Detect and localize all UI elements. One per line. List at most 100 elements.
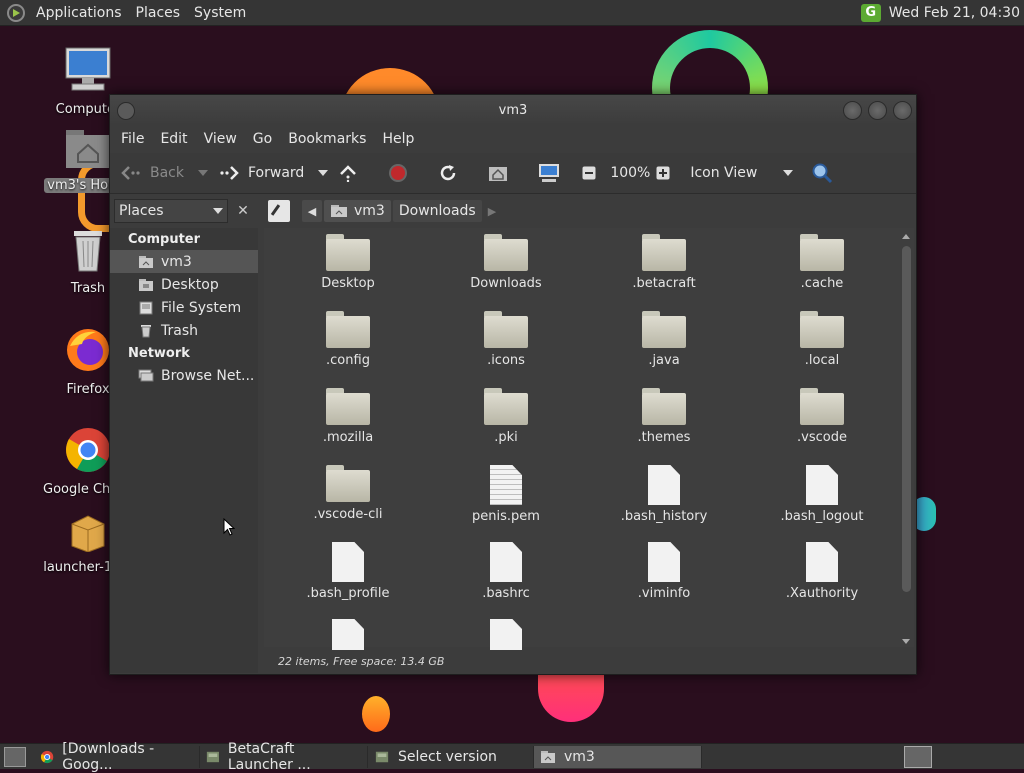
taskbar-item-vm3[interactable]: vm3 — [534, 745, 702, 768]
maximize-button[interactable] — [868, 101, 887, 120]
breadcrumb-scroll-right-button[interactable]: ▶ — [488, 205, 496, 218]
menu-file[interactable]: File — [113, 131, 152, 147]
sidebar-item-browse-network[interactable]: Browse Net... — [110, 364, 258, 387]
file-item[interactable]: .bashrc — [436, 542, 576, 601]
file-name: .bash_profile — [306, 586, 390, 601]
toggle-location-entry-button[interactable] — [268, 200, 290, 222]
tray-app-icon[interactable]: G — [860, 3, 881, 22]
file-item[interactable]: .java — [594, 311, 734, 368]
clock[interactable]: Wed Feb 21, 04:30 — [889, 5, 1020, 21]
scroll-down-arrow-icon[interactable] — [902, 639, 910, 644]
window-menu-icon[interactable] — [117, 102, 135, 120]
window-titlebar[interactable]: vm3 — [110, 95, 916, 125]
breadcrumb-scroll-left-button[interactable]: ◀ — [302, 200, 322, 222]
view-mode-select[interactable]: Icon View — [690, 165, 757, 181]
file-icon — [332, 542, 364, 582]
menu-bookmarks[interactable]: Bookmarks — [280, 131, 374, 147]
show-desktop-button[interactable] — [4, 746, 26, 767]
forward-button[interactable]: Forward — [218, 165, 304, 181]
stop-button[interactable] — [388, 163, 416, 183]
file-item[interactable]: .betacraft — [594, 234, 734, 291]
scrollbar-thumb[interactable] — [902, 246, 911, 592]
sidebar-item-file-system[interactable]: File System — [110, 296, 258, 319]
zoom-in-button[interactable] — [656, 166, 678, 180]
sidebar-mode-select[interactable]: Places — [114, 199, 228, 223]
vertical-scrollbar[interactable] — [900, 234, 912, 644]
distro-logo-icon[interactable] — [7, 3, 25, 22]
home-folder-icon — [139, 255, 153, 268]
search-button[interactable] — [811, 162, 841, 184]
trash-icon — [74, 231, 102, 272]
close-sidebar-button[interactable]: ✕ — [231, 199, 255, 223]
chrome-icon — [66, 428, 110, 472]
menu-edit[interactable]: Edit — [152, 131, 195, 147]
taskbar-item-label: Select version — [398, 748, 497, 765]
applications-menu[interactable]: Applications — [29, 5, 129, 21]
file-item[interactable]: .bash_profile — [278, 542, 418, 601]
places-menu[interactable]: Places — [129, 5, 188, 21]
taskbar-item-select-version[interactable]: Select version — [368, 745, 534, 768]
menu-view[interactable]: View — [196, 131, 245, 147]
file-item[interactable]: .themes — [594, 388, 734, 445]
file-item[interactable]: .pki — [436, 388, 576, 445]
computer-button[interactable] — [538, 163, 568, 183]
folder-icon — [484, 388, 528, 426]
home-folder-icon — [66, 130, 110, 168]
file-item[interactable]: .vscode-cli — [278, 465, 418, 522]
back-button[interactable]: Back — [120, 165, 184, 181]
places-sidebar: Computer vm3 Desktop File System Trash N… — [110, 228, 258, 673]
folder-icon — [326, 388, 370, 426]
taskbar-item-chrome[interactable]: [Downloads - Goog... — [34, 741, 200, 773]
back-history-dropdown[interactable] — [198, 170, 208, 176]
file-name: Downloads — [470, 276, 542, 291]
text-file-icon — [490, 465, 522, 505]
java-icon — [375, 751, 389, 762]
home-button[interactable] — [488, 164, 516, 182]
file-item[interactable]: .viminfo — [594, 542, 734, 601]
sidebar-item-label: Trash — [161, 322, 198, 339]
scroll-up-arrow-icon[interactable] — [902, 234, 910, 239]
sidebar-item-trash[interactable]: Trash — [110, 319, 258, 342]
menu-go[interactable]: Go — [245, 131, 280, 147]
file-item[interactable]: Desktop — [278, 234, 418, 291]
sidebar-heading-network: Network — [128, 346, 190, 361]
file-item[interactable]: .bash_history — [594, 465, 734, 524]
zoom-out-icon — [582, 166, 596, 180]
file-item[interactable]: .local — [752, 311, 892, 368]
menu-help[interactable]: Help — [374, 131, 422, 147]
file-item[interactable]: Downloads — [436, 234, 576, 291]
file-item[interactable]: .bash_logout — [752, 465, 892, 524]
minimize-button[interactable] — [843, 101, 862, 120]
forward-history-dropdown[interactable] — [318, 170, 329, 176]
file-item[interactable]: penis.pem — [436, 465, 576, 524]
file-item[interactable]: .mozilla — [278, 388, 418, 445]
reload-button[interactable] — [438, 163, 466, 183]
close-button[interactable] — [893, 101, 912, 120]
breadcrumb-downloads[interactable]: Downloads — [392, 200, 482, 222]
close-icon: ✕ — [237, 203, 249, 219]
back-arrow-icon — [121, 166, 140, 180]
view-mode-dropdown[interactable] — [783, 170, 794, 176]
breadcrumb-label: vm3 — [354, 203, 385, 219]
file-item[interactable]: .Xauthority — [752, 542, 892, 601]
folder-icon — [484, 234, 528, 272]
system-menu[interactable]: System — [187, 5, 253, 21]
zoom-level[interactable]: 100% — [610, 165, 650, 181]
file-name: .vscode — [797, 430, 847, 445]
file-item[interactable]: .icons — [436, 311, 576, 368]
file-item[interactable]: .vscode — [752, 388, 892, 445]
sidebar-item-desktop[interactable]: Desktop — [110, 273, 258, 296]
search-icon — [812, 163, 833, 184]
up-button[interactable] — [338, 164, 366, 182]
breadcrumb-vm3[interactable]: vm3 — [324, 200, 391, 222]
file-item[interactable]: .cache — [752, 234, 892, 291]
workspace-switcher[interactable] — [904, 746, 932, 768]
folder-icon — [484, 311, 528, 349]
sidebar-item-vm3[interactable]: vm3 — [110, 250, 258, 273]
top-panel: Applications Places System G Wed Feb 21,… — [0, 0, 1024, 26]
zoom-out-button[interactable] — [582, 166, 604, 180]
taskbar-item-betacraft[interactable]: BetaCraft Launcher ... — [200, 741, 368, 773]
file-item[interactable]: .config — [278, 311, 418, 368]
package-icon — [71, 515, 105, 553]
sidebar-mode-label: Places — [119, 203, 164, 219]
